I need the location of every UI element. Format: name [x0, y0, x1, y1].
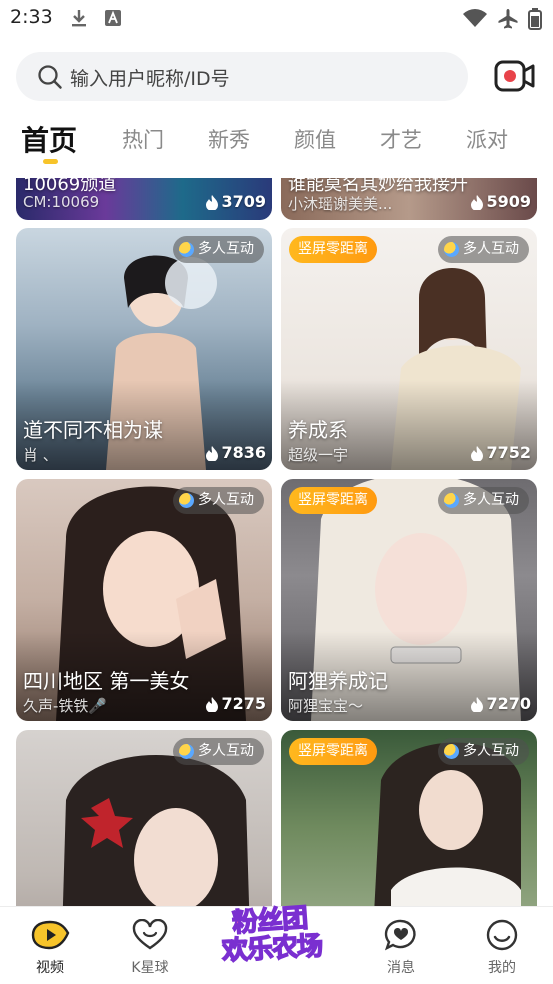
multi-interaction-badge: 多人互动 — [438, 487, 529, 514]
nav-label: 视频 — [36, 960, 64, 976]
tab-talent[interactable]: 才艺 — [380, 124, 422, 154]
room-host: 阿狸宝宝〜 — [288, 697, 364, 715]
tab-hot[interactable]: 热门 — [122, 124, 164, 154]
heat-count: 7275 — [205, 694, 266, 713]
live-room-card[interactable]: 多人互动 — [16, 730, 272, 906]
room-title: 阿狸养成记 — [288, 669, 388, 693]
status-bar: 2:33 — [0, 0, 553, 40]
heat-count: 7752 — [470, 443, 531, 462]
wifi-icon — [463, 9, 487, 27]
message-icon — [384, 919, 416, 951]
flame-icon — [206, 696, 219, 712]
flame-icon — [206, 194, 219, 210]
live-room-card[interactable]: 10069颁道 CM:10069 3709 — [16, 178, 272, 220]
tab-home[interactable]: 首页 — [21, 119, 77, 159]
room-host: 超级一宇 — [288, 446, 349, 464]
vertical-screen-tag: 竖屏零距离 — [289, 738, 377, 765]
heat-count: 7270 — [470, 694, 531, 713]
vertical-screen-tag: 竖屏零距离 — [289, 487, 377, 514]
heart-icon — [132, 918, 168, 950]
nav-k-planet[interactable]: K星球 — [115, 918, 185, 977]
search-icon — [38, 65, 62, 89]
room-host: 肖 、 — [23, 446, 58, 464]
category-tabs: 首页 热门 新秀 颜值 才艺 派对 — [0, 118, 553, 166]
tab-newcomer[interactable]: 新秀 — [208, 124, 250, 154]
nav-label: 我的 — [488, 960, 516, 976]
room-host: CM:10069 — [23, 193, 100, 211]
camera-live-button[interactable] — [493, 58, 537, 94]
multi-interaction-icon — [444, 242, 459, 257]
airplane-mode-icon — [498, 9, 518, 29]
search-input[interactable]: 输入用户昵称/ID号 — [70, 64, 230, 91]
nav-label: 消息 — [387, 960, 415, 976]
promo-line2: 欢乐农场 — [221, 931, 324, 968]
multi-interaction-badge: 多人互动 — [438, 738, 529, 765]
room-title: 养成系 — [288, 418, 348, 442]
nav-video[interactable]: 视频 — [15, 919, 85, 977]
live-room-card[interactable]: 谁能莫名其妙给我接升 小沐瑶谢美美... 5909 — [281, 178, 537, 220]
heat-count: 5909 — [470, 192, 531, 211]
battery-icon — [528, 8, 542, 30]
tab-looks[interactable]: 颜值 — [294, 124, 336, 154]
heat-count: 3709 — [205, 192, 266, 211]
flame-icon — [471, 696, 484, 712]
video-icon — [31, 920, 70, 950]
multi-interaction-icon — [444, 493, 459, 508]
live-room-card[interactable]: 多人互动 四川地区 第一美女 久声-铁铁🎤 7275 — [16, 479, 272, 721]
multi-interaction-badge: 多人互动 — [438, 236, 529, 263]
tab-indicator — [43, 159, 58, 164]
search-bar[interactable]: 输入用户昵称/ID号 — [16, 52, 468, 101]
room-title: 四川地区 第一美女 — [23, 669, 190, 693]
fan-club-farm-promo[interactable]: 粉丝团 欢乐农场 — [218, 898, 334, 968]
nav-messages[interactable]: 消息 — [366, 919, 436, 977]
room-host: 小沐瑶谢美美... — [288, 195, 393, 213]
keyboard-notification-icon — [105, 10, 121, 26]
live-room-card[interactable]: 多人互动 道不同不相为谋 肖 、 7836 — [16, 228, 272, 470]
multi-interaction-icon — [444, 744, 459, 759]
download-icon — [72, 10, 86, 27]
multi-interaction-icon — [179, 493, 194, 508]
multi-interaction-icon — [179, 744, 194, 759]
tab-party[interactable]: 派对 — [466, 124, 508, 154]
room-host: 久声-铁铁🎤 — [23, 697, 108, 715]
flame-icon — [471, 194, 484, 210]
room-title: 道不同不相为谋 — [23, 418, 163, 442]
live-room-card[interactable]: 竖屏零距离 多人互动 养成系 超级一宇 7752 — [281, 228, 537, 470]
nav-label: K星球 — [131, 960, 169, 976]
flame-icon — [471, 445, 484, 461]
live-room-feed: 10069颁道 CM:10069 3709 谁能莫名其妙给我接升 小沐瑶谢美美.… — [0, 178, 553, 906]
multi-interaction-badge: 多人互动 — [173, 236, 264, 263]
profile-icon — [486, 919, 518, 951]
multi-interaction-badge: 多人互动 — [173, 738, 264, 765]
status-time: 2:33 — [10, 6, 53, 28]
multi-interaction-badge: 多人互动 — [173, 487, 264, 514]
live-room-card[interactable]: 竖屏零距离 多人互动 — [281, 730, 537, 906]
host-photo — [62, 755, 250, 906]
multi-interaction-icon — [179, 242, 194, 257]
live-room-card[interactable]: 竖屏零距离 多人互动 阿狸养成记 阿狸宝宝〜 7270 — [281, 479, 537, 721]
flame-icon — [206, 445, 219, 461]
nav-profile[interactable]: 我的 — [467, 919, 537, 977]
heat-count: 7836 — [205, 443, 266, 462]
vertical-screen-tag: 竖屏零距离 — [289, 236, 377, 263]
